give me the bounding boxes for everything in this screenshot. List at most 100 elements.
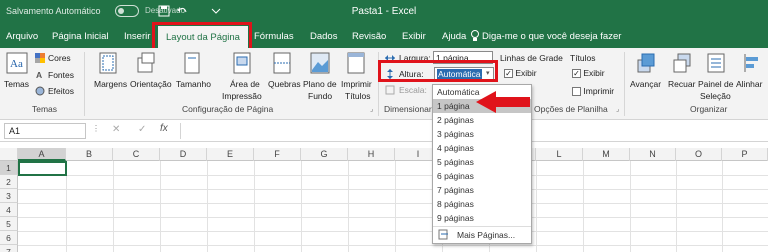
- column-header[interactable]: M: [583, 148, 630, 161]
- selection-pane-icon[interactable]: [706, 52, 726, 74]
- column-header[interactable]: P: [722, 148, 768, 161]
- tab-dados[interactable]: Dados: [310, 31, 337, 42]
- row-header[interactable]: 1: [0, 161, 18, 175]
- row-header[interactable]: 2: [0, 175, 18, 189]
- scale-icon: [385, 85, 395, 95]
- column-header[interactable]: B: [66, 148, 113, 161]
- effects-icon: [35, 86, 45, 96]
- column-header[interactable]: H: [348, 148, 395, 161]
- scale-label: Escala:: [399, 85, 427, 95]
- column-header[interactable]: A: [18, 148, 66, 161]
- column-header[interactable]: C: [113, 148, 160, 161]
- selection-pane-label-2[interactable]: Seleção: [700, 91, 731, 101]
- send-backward-icon[interactable]: [672, 52, 692, 74]
- print-titles-label-1[interactable]: Imprimir: [341, 79, 372, 89]
- fonts-button[interactable]: Fontes: [48, 70, 74, 80]
- column-header[interactable]: O: [676, 148, 722, 161]
- tab-revisao[interactable]: Revisão: [352, 31, 386, 42]
- size-button[interactable]: Tamanho: [176, 79, 211, 89]
- print-area-label-2[interactable]: Impressão: [222, 91, 262, 101]
- page-setup-launcher-icon[interactable]: ⌟: [370, 105, 373, 113]
- tell-me-search[interactable]: Diga-me o que você deseja fazer: [482, 31, 621, 42]
- window-title: Pasta1 - Excel: [351, 6, 417, 17]
- colors-button[interactable]: Cores: [48, 53, 71, 63]
- dropdown-option[interactable]: 4 páginas: [433, 141, 531, 155]
- tab-ajuda[interactable]: Ajuda: [442, 31, 466, 42]
- size-icon[interactable]: [182, 52, 202, 74]
- tab-arquivo[interactable]: Arquivo: [6, 31, 38, 42]
- dropdown-option[interactable]: 9 páginas: [433, 211, 531, 225]
- group-label-page-setup: Configuração de Página: [182, 104, 274, 114]
- column-header[interactable]: F: [254, 148, 301, 161]
- themes-icon[interactable]: Aa: [6, 52, 28, 74]
- gridline: [536, 161, 537, 252]
- margins-icon[interactable]: [98, 52, 118, 74]
- dropdown-option[interactable]: 2 páginas: [433, 113, 531, 127]
- gridlines-title: Linhas de Grade: [500, 53, 563, 63]
- orientation-icon[interactable]: [136, 52, 156, 74]
- insert-function-icon[interactable]: fx: [160, 123, 168, 134]
- tab-pagina-inicial[interactable]: Página Inicial: [52, 31, 109, 42]
- breaks-button[interactable]: Quebras: [268, 79, 301, 89]
- background-icon[interactable]: [310, 52, 330, 74]
- row-header[interactable]: 4: [0, 203, 18, 217]
- tab-exibir[interactable]: Exibir: [402, 31, 426, 42]
- dropdown-option[interactable]: 3 páginas: [433, 127, 531, 141]
- group-label-sheet-options: Opções de Planilha: [534, 104, 608, 114]
- cancel-icon[interactable]: ✕: [112, 124, 120, 135]
- effects-button[interactable]: Efeitos: [48, 86, 74, 96]
- separator: [624, 52, 625, 116]
- row-header[interactable]: 7: [0, 245, 18, 252]
- gridlines-view-checkbox[interactable]: ✓ Exibir: [504, 68, 537, 79]
- gridline: [630, 161, 631, 252]
- tab-formulas[interactable]: Fórmulas: [254, 31, 294, 42]
- gridline: [18, 231, 768, 232]
- orientation-button[interactable]: Orientação: [130, 79, 172, 89]
- print-area-label-1[interactable]: Área de: [230, 79, 260, 89]
- tab-inserir[interactable]: Inserir: [124, 31, 150, 42]
- bring-forward-icon[interactable]: [636, 52, 656, 74]
- background-label-1[interactable]: Plano de: [303, 79, 337, 89]
- row-header[interactable]: 6: [0, 231, 18, 245]
- margins-button[interactable]: Margens: [94, 79, 127, 89]
- align-button[interactable]: Alinhar: [736, 79, 762, 89]
- column-header[interactable]: E: [207, 148, 254, 161]
- group-label-arrange: Organizar: [690, 104, 728, 114]
- print-titles-icon[interactable]: [346, 52, 366, 74]
- row-header[interactable]: 3: [0, 189, 18, 203]
- gridline: [207, 161, 208, 252]
- gridline: [18, 245, 768, 246]
- align-icon[interactable]: [742, 52, 762, 74]
- active-cell-a1[interactable]: [18, 161, 67, 176]
- more-pages-option[interactable]: Mais Páginas...: [453, 228, 529, 242]
- print-titles-label-2[interactable]: Títulos: [345, 91, 371, 101]
- column-header[interactable]: L: [536, 148, 583, 161]
- select-all-corner[interactable]: [0, 148, 18, 161]
- headings-view-checkbox[interactable]: ✓ Exibir: [572, 68, 605, 79]
- themes-button-label[interactable]: Temas: [4, 79, 29, 89]
- column-header[interactable]: G: [301, 148, 348, 161]
- send-backward-button[interactable]: Recuar: [668, 79, 695, 89]
- group-label-scale-to-fit: Dimensionar: [384, 104, 432, 114]
- dropdown-option[interactable]: 8 páginas: [433, 197, 531, 211]
- ribbon: Aa Temas Cores A Fontes Efeitos Temas Ma…: [0, 48, 768, 120]
- bring-forward-button[interactable]: Avançar: [630, 79, 661, 89]
- column-header[interactable]: D: [160, 148, 207, 161]
- print-area-icon[interactable]: [232, 52, 252, 74]
- headings-print-checkbox[interactable]: Imprimir: [572, 86, 614, 97]
- gridline: [254, 161, 255, 252]
- dropdown-option[interactable]: 5 páginas: [433, 155, 531, 169]
- title-bar: Salvamento Automático Desativado Pasta1 …: [0, 0, 768, 24]
- dropdown-option[interactable]: 6 páginas: [433, 169, 531, 183]
- selection-pane-label-1[interactable]: Painel de: [698, 79, 733, 89]
- background-label-2[interactable]: Fundo: [308, 91, 332, 101]
- name-box[interactable]: A1: [4, 123, 86, 139]
- enter-icon[interactable]: ✓: [138, 124, 146, 135]
- row-header[interactable]: 5: [0, 217, 18, 231]
- column-header[interactable]: N: [630, 148, 676, 161]
- dropdown-option[interactable]: 7 páginas: [433, 183, 531, 197]
- breaks-icon[interactable]: [272, 52, 292, 74]
- column-headers: A B C D E F G H I J K L M N O P: [0, 148, 768, 161]
- sheet-options-launcher-icon[interactable]: ⌟: [616, 105, 619, 113]
- headings-title: Títulos: [570, 53, 596, 63]
